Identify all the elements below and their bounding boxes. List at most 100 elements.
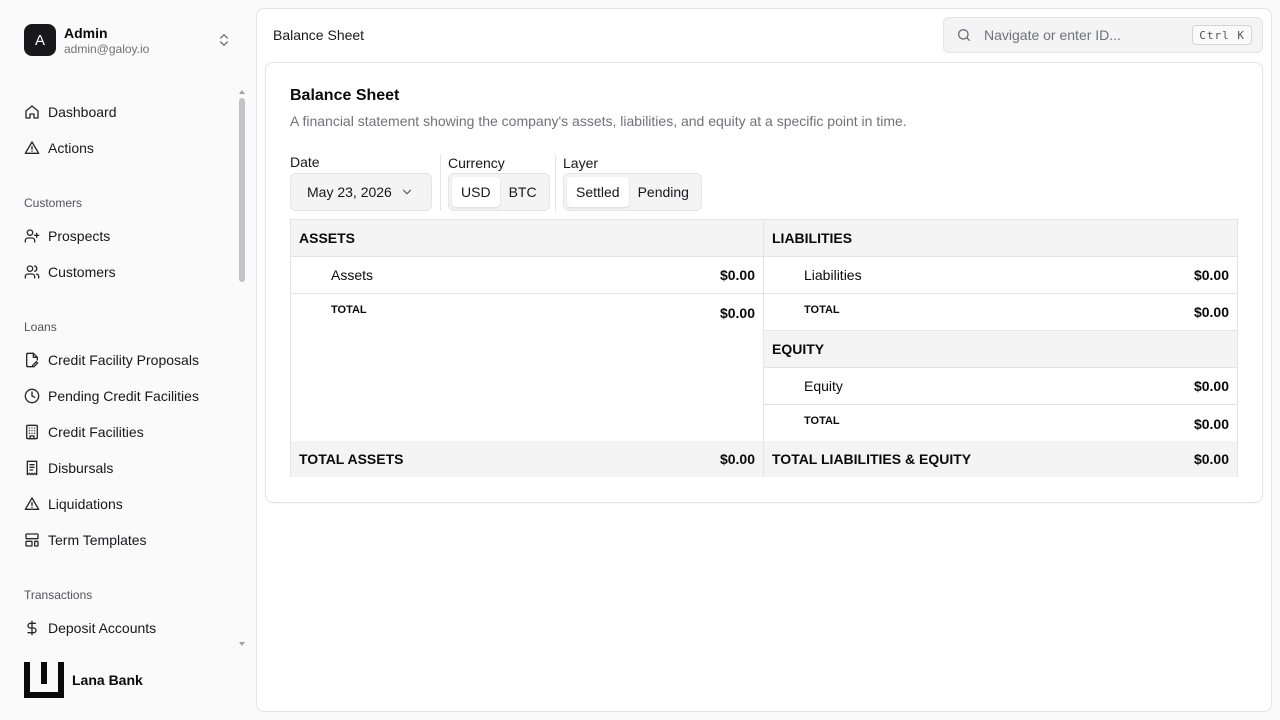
equity-total-row: TOTAL $0.00 — [764, 405, 1237, 442]
row-amount: $0.00 — [1193, 378, 1229, 394]
sidebar-item-label: Prospects — [48, 228, 111, 244]
scroll-thumb[interactable] — [239, 98, 245, 282]
total-liabilities-equity-row: TOTAL LIABILITIES & EQUITY $0.00 — [764, 441, 1237, 477]
section-heading: LIABILITIES — [772, 230, 853, 246]
sidebar-scrollbar[interactable] — [238, 90, 246, 646]
sidebar-item-pending-credit-facilities[interactable]: Pending Credit Facilities — [24, 384, 199, 408]
brand[interactable]: Lana Bank — [24, 662, 143, 698]
assets-heading: ASSETS — [291, 220, 763, 257]
sidebar-item-prospects[interactable]: Prospects — [24, 224, 110, 248]
brand-name: Lana Bank — [72, 672, 143, 688]
table-row[interactable]: Liabilities $0.00 — [764, 257, 1237, 294]
sidebar-item-credit-facility-proposals[interactable]: Credit Facility Proposals — [24, 348, 199, 372]
sidebar-item-label: Dashboard — [48, 104, 117, 120]
total-liabilities-equity-label: TOTAL LIABILITIES & EQUITY — [772, 451, 972, 467]
sidebar-item-label: Deposit Accounts — [48, 620, 157, 636]
total-label: TOTAL — [331, 304, 367, 316]
date-label: Date — [290, 154, 320, 170]
search-box[interactable]: Ctrl K — [943, 17, 1263, 53]
user-switcher[interactable]: A Admin admin@galoy.io — [24, 22, 240, 58]
chevrons-up-down-icon — [216, 32, 232, 48]
clock-icon — [24, 388, 40, 404]
search-icon — [958, 29, 970, 41]
nav-group-customers: Customers — [24, 196, 83, 210]
currency-option-btc[interactable]: BTC — [500, 177, 546, 207]
currency-label: Currency — [448, 155, 505, 171]
row-label: Assets — [331, 267, 374, 283]
total-amount: $0.00 — [1193, 304, 1229, 320]
section-heading: EQUITY — [772, 341, 825, 357]
alert-triangle-icon — [24, 497, 40, 510]
divider — [555, 155, 556, 211]
users-icon — [24, 265, 40, 279]
main-panel: Balance Sheet Ctrl K Balance Sheet A fin… — [256, 8, 1272, 712]
date-value: May 23, 2026 — [307, 184, 392, 200]
sidebar-item-customers[interactable]: Customers — [24, 260, 116, 284]
receipt-icon — [26, 460, 38, 476]
currency-option-usd[interactable]: USD — [452, 177, 500, 207]
alert-triangle-icon — [24, 141, 40, 154]
row-label: Equity — [804, 378, 843, 394]
sidebar-item-liquidations[interactable]: Liquidations — [24, 492, 123, 516]
search-input[interactable] — [984, 27, 1184, 43]
keyboard-shortcut: Ctrl K — [1192, 25, 1252, 45]
total-amount: $0.00 — [719, 304, 755, 321]
sidebar-item-label: Liquidations — [48, 496, 123, 512]
row-label: Liabilities — [804, 267, 862, 283]
avatar: A — [24, 24, 56, 56]
sidebar-item-label: Pending Credit Facilities — [48, 388, 199, 404]
sidebar-item-deposit-accounts[interactable]: Deposit Accounts — [24, 616, 156, 640]
total-assets-row: TOTAL ASSETS $0.00 — [291, 441, 764, 477]
row-amount: $0.00 — [1193, 267, 1229, 283]
assets-column: ASSETS Assets $0.00 TOTAL $0.00 — [291, 220, 764, 441]
sidebar-item-actions[interactable]: Actions — [24, 136, 94, 160]
lana-logo-icon — [24, 662, 64, 698]
scroll-down-arrow-icon[interactable] — [239, 642, 245, 646]
divider — [440, 155, 441, 211]
scroll-up-arrow-icon[interactable] — [239, 90, 245, 94]
total-label: TOTAL — [804, 304, 840, 316]
layout-template-icon — [25, 533, 39, 547]
balance-sheet-table: ASSETS Assets $0.00 TOTAL $0.00 LIABILIT… — [290, 219, 1238, 477]
home-icon — [25, 105, 39, 119]
card-title: Balance Sheet — [290, 87, 400, 104]
assets-total-row: TOTAL $0.00 — [291, 294, 763, 331]
sidebar-item-credit-facilities[interactable]: Credit Facilities — [24, 420, 144, 444]
page-title: Balance Sheet — [273, 27, 365, 43]
section-heading: ASSETS — [299, 230, 356, 246]
liabilities-equity-column: LIABILITIES Liabilities $0.00 TOTAL $0.0… — [764, 220, 1237, 441]
currency-toggle: USD BTC — [448, 173, 550, 211]
nav-group-loans: Loans — [24, 320, 57, 334]
sidebar-item-label: Credit Facility Proposals — [48, 352, 199, 368]
total-assets-amount: $0.00 — [719, 451, 755, 467]
table-row[interactable]: Assets $0.00 — [291, 257, 763, 294]
liabilities-total-row: TOTAL $0.00 — [764, 294, 1237, 331]
sidebar: A Admin admin@galoy.io Dashboard Actions… — [0, 0, 256, 720]
layer-toggle: Settled Pending — [563, 173, 702, 211]
total-liabilities-equity-amount: $0.00 — [1193, 451, 1229, 467]
layer-option-pending[interactable]: Pending — [629, 177, 698, 207]
card-description: A financial statement showing the compan… — [290, 113, 907, 129]
total-amount: $0.00 — [1193, 415, 1229, 432]
total-label: TOTAL — [804, 415, 840, 427]
sidebar-item-term-templates[interactable]: Term Templates — [24, 528, 147, 552]
user-email: admin@galoy.io — [64, 42, 150, 56]
nav-group-transactions: Transactions — [24, 588, 93, 602]
sidebar-item-dashboard[interactable]: Dashboard — [24, 100, 117, 124]
sidebar-item-disbursals[interactable]: Disbursals — [24, 456, 113, 480]
building-icon — [26, 424, 38, 440]
total-assets-label: TOTAL ASSETS — [299, 451, 404, 467]
table-row[interactable]: Equity $0.00 — [764, 368, 1237, 405]
layer-label: Layer — [563, 155, 599, 171]
sidebar-item-label: Credit Facilities — [48, 424, 144, 440]
equity-heading: EQUITY — [764, 331, 1237, 368]
sidebar-item-label: Customers — [48, 264, 116, 280]
sidebar-item-label: Actions — [48, 140, 94, 156]
user-name: Admin — [64, 25, 108, 41]
balance-sheet-card: Balance Sheet A financial statement show… — [265, 62, 1263, 503]
sidebar-item-label: Term Templates — [48, 532, 147, 548]
file-pen-icon — [26, 352, 39, 368]
layer-option-settled[interactable]: Settled — [567, 177, 629, 207]
liabilities-heading: LIABILITIES — [764, 220, 1237, 257]
date-picker-button[interactable]: May 23, 2026 — [290, 173, 432, 211]
